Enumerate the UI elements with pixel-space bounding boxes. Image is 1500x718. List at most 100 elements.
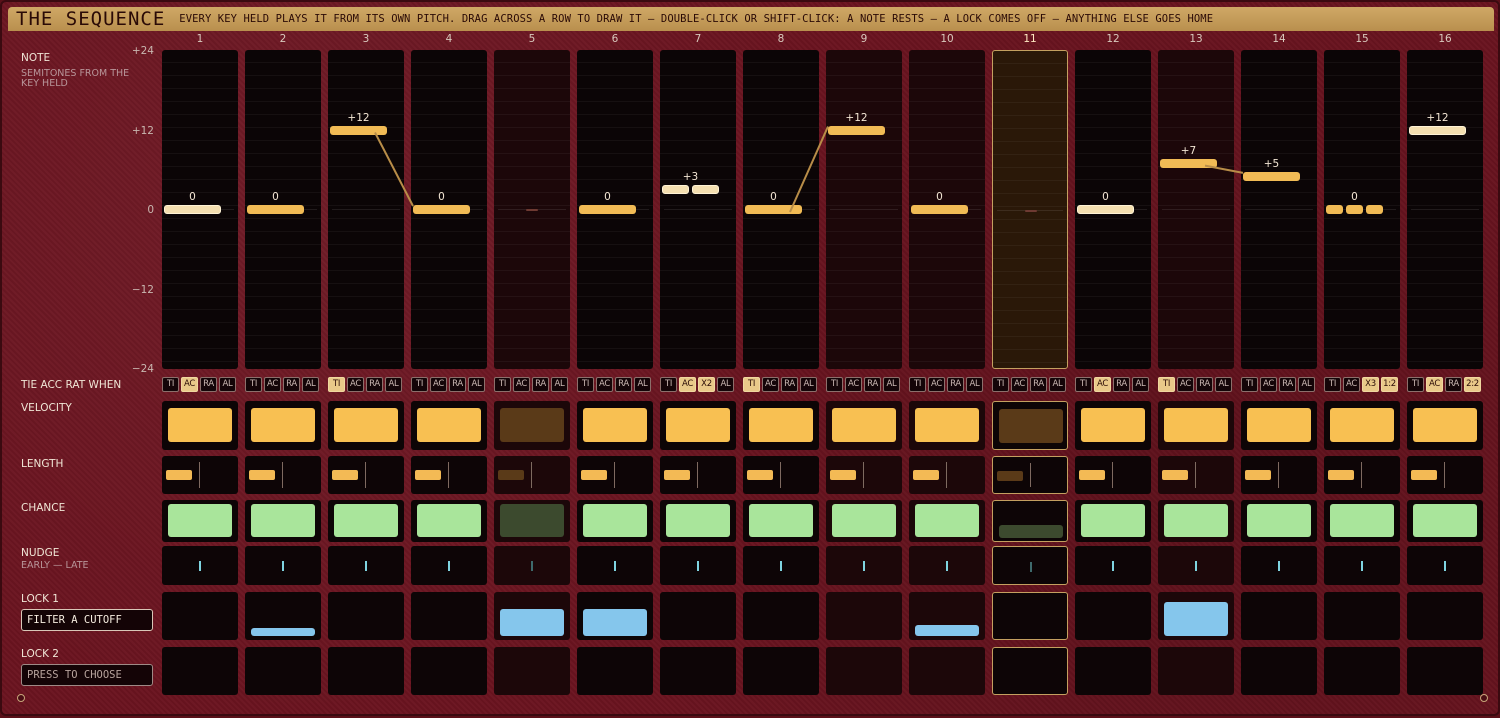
nudge-cell[interactable] [494,546,570,585]
note-column-step-1[interactable]: 0 [162,50,238,369]
lock1-cell[interactable] [328,592,404,640]
chance-cell[interactable] [245,500,321,542]
flag-ti-button[interactable]: TI [1324,377,1341,392]
lock1-cell[interactable] [826,592,902,640]
flag-ac-button[interactable]: AC [762,377,779,392]
flag-ra-button[interactable]: RA [1030,377,1047,392]
note-bar[interactable] [745,205,802,214]
velocity-cell[interactable] [577,401,653,450]
nudge-cell[interactable] [909,546,985,585]
chance-cell[interactable] [1324,500,1400,542]
flag-ac-button[interactable]: AC [347,377,364,392]
note-column-step-3[interactable]: +12 [328,50,404,369]
lock2-cell[interactable] [162,647,238,695]
flag-ti-button[interactable]: TI [826,377,843,392]
lock2-cell[interactable] [577,647,653,695]
flag-ra-button[interactable]: RA [1445,377,1462,392]
flag-ti-button[interactable]: TI [162,377,179,392]
note-column-step-11[interactable] [992,50,1068,369]
lock2-cell[interactable] [1324,647,1400,695]
velocity-cell[interactable] [660,401,736,450]
chance-cell[interactable] [411,500,487,542]
flag-al-button[interactable]: AL [468,377,485,392]
flag-al-button[interactable]: AL [1298,377,1315,392]
note-bar[interactable] [1409,125,1466,135]
flag-x2-button[interactable]: X2 [698,377,715,392]
lock1-cell[interactable] [992,592,1068,640]
note-column-step-10[interactable]: 0 [909,50,985,369]
lock1-cell[interactable] [494,592,570,640]
length-cell[interactable] [245,456,321,494]
nudge-cell[interactable] [743,546,819,585]
note-column-step-14[interactable]: +5 [1241,50,1317,369]
chance-cell[interactable] [660,500,736,542]
flag-al-button[interactable]: AL [551,377,568,392]
flag-ac-button[interactable]: AC [1343,377,1360,392]
note-bar[interactable] [1160,158,1217,168]
flag-ti-button[interactable]: TI [245,377,262,392]
lock1-cell[interactable] [245,592,321,640]
flag-ti-button[interactable]: TI [577,377,594,392]
flag-ti-button[interactable]: TI [743,377,760,392]
lock1-parameter-select[interactable]: FILTER A CUTOFF [21,609,153,631]
flag-ra-button[interactable]: RA [615,377,632,392]
flag-ti-button[interactable]: TI [1241,377,1258,392]
flag-ti-button[interactable]: TI [411,377,428,392]
note-bar[interactable] [247,205,304,214]
velocity-cell[interactable] [826,401,902,450]
lock2-parameter-select[interactable]: PRESS TO CHOOSE [21,664,153,686]
chance-cell[interactable] [1158,500,1234,542]
chance-cell[interactable] [909,500,985,542]
lock2-cell[interactable] [660,647,736,695]
flag-al-button[interactable]: AL [1132,377,1149,392]
length-cell[interactable] [1407,456,1483,494]
velocity-cell[interactable] [1407,401,1483,450]
flag-ti-button[interactable]: TI [494,377,511,392]
chance-cell[interactable] [1075,500,1151,542]
flag-2-2-button[interactable]: 2:2 [1464,377,1481,392]
lock2-cell[interactable] [1158,647,1234,695]
chance-cell[interactable] [328,500,404,542]
flag-ti-button[interactable]: TI [909,377,926,392]
note-bar[interactable] [1243,171,1300,181]
length-cell[interactable] [743,456,819,494]
flag-ac-button[interactable]: AC [1094,377,1111,392]
lock2-cell[interactable] [909,647,985,695]
flag-ra-button[interactable]: RA [449,377,466,392]
nudge-cell[interactable] [411,546,487,585]
length-cell[interactable] [411,456,487,494]
flag-ac-button[interactable]: AC [596,377,613,392]
velocity-cell[interactable] [162,401,238,450]
flag-ac-button[interactable]: AC [845,377,862,392]
length-cell[interactable] [577,456,653,494]
nudge-cell[interactable] [328,546,404,585]
note-bar[interactable] [692,185,719,195]
flag-ac-button[interactable]: AC [928,377,945,392]
lock1-cell[interactable] [909,592,985,640]
velocity-cell[interactable] [1241,401,1317,450]
flag-ra-button[interactable]: RA [864,377,881,392]
chance-cell[interactable] [743,500,819,542]
note-bar[interactable] [330,125,387,135]
note-bar[interactable] [164,205,221,214]
chance-cell[interactable] [577,500,653,542]
nudge-cell[interactable] [1075,546,1151,585]
lock2-cell[interactable] [1241,647,1317,695]
flag-al-button[interactable]: AL [883,377,900,392]
flag-al-button[interactable]: AL [385,377,402,392]
lock1-cell[interactable] [411,592,487,640]
flag-ra-button[interactable]: RA [200,377,217,392]
lock1-cell[interactable] [1407,592,1483,640]
nudge-cell[interactable] [245,546,321,585]
lock1-cell[interactable] [1241,592,1317,640]
nudge-cell[interactable] [1324,546,1400,585]
lock1-cell[interactable] [1075,592,1151,640]
velocity-cell[interactable] [328,401,404,450]
note-column-step-5[interactable] [494,50,570,369]
flag-ac-button[interactable]: AC [264,377,281,392]
velocity-cell[interactable] [1075,401,1151,450]
flag-ti-button[interactable]: TI [1158,377,1175,392]
nudge-cell[interactable] [992,546,1068,585]
lock2-cell[interactable] [826,647,902,695]
flag-ac-button[interactable]: AC [1260,377,1277,392]
